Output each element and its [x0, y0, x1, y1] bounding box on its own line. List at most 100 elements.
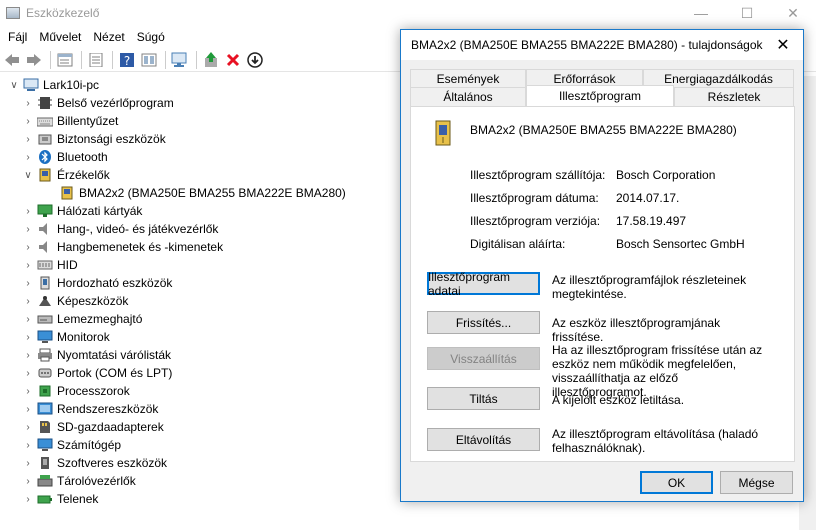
security-device-icon: [37, 132, 53, 146]
properties-sheet-icon[interactable]: [86, 50, 106, 70]
expand-chevron-icon[interactable]: ›: [22, 296, 34, 307]
expand-chevron-icon[interactable]: ›: [22, 476, 34, 487]
tree-category-item[interactable]: › Hang-, videó- és játékvezérlők: [0, 220, 400, 238]
enable-device-icon[interactable]: [245, 50, 265, 70]
tree-category-item[interactable]: › Szoftveres eszközök: [0, 454, 400, 472]
update-driver-icon[interactable]: [201, 50, 221, 70]
driver-provider-label: Illesztőprogram szállítója:: [470, 168, 606, 182]
driver-date-value: 2014.07.17.: [616, 191, 680, 205]
tree-item-label: Rendszereszközök: [57, 402, 159, 416]
tab-events[interactable]: Események: [410, 69, 526, 88]
ok-button[interactable]: OK: [640, 471, 713, 494]
expand-chevron-icon[interactable]: ›: [22, 440, 34, 451]
tree-child-item[interactable]: BMA2x2 (BMA250E BMA255 BMA222E BMA280): [0, 184, 400, 202]
tree-root-label: Lark10i-pc: [43, 78, 100, 92]
expand-chevron-icon[interactable]: ›: [22, 116, 34, 127]
dialog-close-icon[interactable]: ✕: [763, 30, 803, 60]
display-view-icon[interactable]: [139, 50, 159, 70]
software-icon: [37, 456, 53, 470]
back-arrow-icon[interactable]: [2, 50, 22, 70]
portable-device-icon: [37, 276, 53, 290]
tree-item-label: Billentyűzet: [57, 114, 119, 128]
tree-category-item[interactable]: › Tárolóvezérlők: [0, 472, 400, 490]
tree-category-item[interactable]: › Biztonsági eszközök: [0, 130, 400, 148]
driver-details-button[interactable]: Illesztőprogram adatai: [427, 270, 540, 298]
sensor-device-icon: [59, 186, 75, 200]
tree-category-item[interactable]: › Hangbemenetek és -kimenetek: [0, 238, 400, 256]
tree-category-item[interactable]: › Monitorok: [0, 328, 400, 346]
collapse-chevron-icon[interactable]: ∨: [22, 170, 34, 181]
expand-chevron-icon[interactable]: ›: [22, 242, 34, 253]
tree-item-label: Hordozható eszközök: [57, 276, 173, 290]
tree-category-item[interactable]: › Telenek: [0, 490, 400, 508]
expand-chevron-icon[interactable]: ›: [22, 278, 34, 289]
window-controls: — ☐ ✕: [678, 0, 816, 26]
uninstall-red-x-icon[interactable]: [223, 50, 243, 70]
expand-chevron-icon[interactable]: ›: [22, 386, 34, 397]
cpu-icon: [37, 384, 53, 398]
help-icon[interactable]: ?: [117, 50, 137, 70]
expand-chevron-icon[interactable]: ›: [22, 224, 34, 235]
tree-category-item[interactable]: › Képeszközök: [0, 292, 400, 310]
tree-category-item[interactable]: ∨ Érzékelők: [0, 166, 400, 184]
digital-signer-value: Bosch Sensortec GmbH: [616, 237, 745, 251]
disable-device-button[interactable]: Tiltás: [427, 387, 540, 410]
tree-category-item[interactable]: › Bluetooth: [0, 148, 400, 166]
maximize-icon[interactable]: ☐: [724, 0, 770, 26]
expand-chevron-icon[interactable]: ›: [22, 368, 34, 379]
sd-icon: [37, 420, 53, 434]
tree-category-item[interactable]: › Belső vezérlőprogram: [0, 94, 400, 112]
tree-category-item[interactable]: › Számítógép: [0, 436, 400, 454]
expand-chevron-icon[interactable]: ›: [22, 134, 34, 145]
svg-text:?: ?: [124, 54, 130, 68]
expand-chevron-icon[interactable]: ›: [22, 314, 34, 325]
main-window-title: Eszközkezelő: [26, 6, 100, 20]
close-icon[interactable]: ✕: [770, 0, 816, 26]
tree-category-item[interactable]: › Lemezmeghajtó: [0, 310, 400, 328]
minimize-icon[interactable]: —: [678, 0, 724, 26]
collapse-chevron-icon[interactable]: ∨: [8, 80, 20, 91]
expand-chevron-icon[interactable]: ›: [22, 404, 34, 415]
forward-arrow-icon[interactable]: [24, 50, 44, 70]
expand-chevron-icon[interactable]: ›: [22, 152, 34, 163]
system-icon: [37, 402, 53, 416]
cancel-button[interactable]: Mégse: [720, 471, 793, 494]
expand-chevron-icon[interactable]: ›: [22, 206, 34, 217]
expand-chevron-icon[interactable]: ›: [22, 260, 34, 271]
properties-dialog: BMA2x2 (BMA250E BMA255 BMA222E BMA280) -…: [400, 29, 804, 502]
tree-category-item[interactable]: › Nyomtatási várólisták: [0, 346, 400, 364]
tree-category-item[interactable]: › Rendszereszközök: [0, 400, 400, 418]
menu-action[interactable]: Művelet: [33, 30, 87, 44]
tree-category-item[interactable]: › Hordozható eszközök: [0, 274, 400, 292]
uninstall-device-button[interactable]: Eltávolítás: [427, 428, 540, 451]
tree-item-label: HID: [57, 258, 78, 272]
properties-view-icon[interactable]: [55, 50, 75, 70]
tab-details[interactable]: Részletek: [674, 87, 794, 106]
expand-chevron-icon[interactable]: ›: [22, 350, 34, 361]
menu-file[interactable]: Fájl: [2, 30, 33, 44]
update-driver-desc: Az eszköz illesztőprogramjának frissítés…: [552, 316, 721, 344]
expand-chevron-icon[interactable]: ›: [22, 494, 34, 505]
tree-category-item[interactable]: › Portok (COM és LPT): [0, 364, 400, 382]
tab-driver[interactable]: Illesztőprogram: [526, 85, 674, 106]
menu-help[interactable]: Súgó: [131, 30, 171, 44]
menu-view[interactable]: Nézet: [87, 30, 130, 44]
tree-category-item[interactable]: › Billentyűzet: [0, 112, 400, 130]
tab-general[interactable]: Általános: [410, 87, 526, 106]
sensor-device-icon: [434, 119, 452, 147]
expand-chevron-icon[interactable]: ›: [22, 458, 34, 469]
expand-chevron-icon[interactable]: ›: [22, 332, 34, 343]
battery-icon: [37, 492, 53, 506]
roll-back-driver-button[interactable]: Visszaállítás: [427, 347, 540, 370]
tree-category-item[interactable]: › Hálózati kártyák: [0, 202, 400, 220]
update-driver-button[interactable]: Frissítés...: [427, 311, 540, 334]
tree-category-item[interactable]: › Processzorok: [0, 382, 400, 400]
tree-category-item[interactable]: › HID: [0, 256, 400, 274]
driver-date-label: Illesztőprogram dátuma:: [470, 191, 599, 205]
expand-chevron-icon[interactable]: ›: [22, 422, 34, 433]
tree-category-item[interactable]: › SD-gazdaadapterek: [0, 418, 400, 436]
expand-chevron-icon[interactable]: ›: [22, 98, 34, 109]
tree-root[interactable]: ∨ Lark10i-pc: [0, 76, 400, 94]
scan-hardware-icon[interactable]: [170, 50, 190, 70]
tree-item-label: Lemezmeghajtó: [57, 312, 143, 326]
